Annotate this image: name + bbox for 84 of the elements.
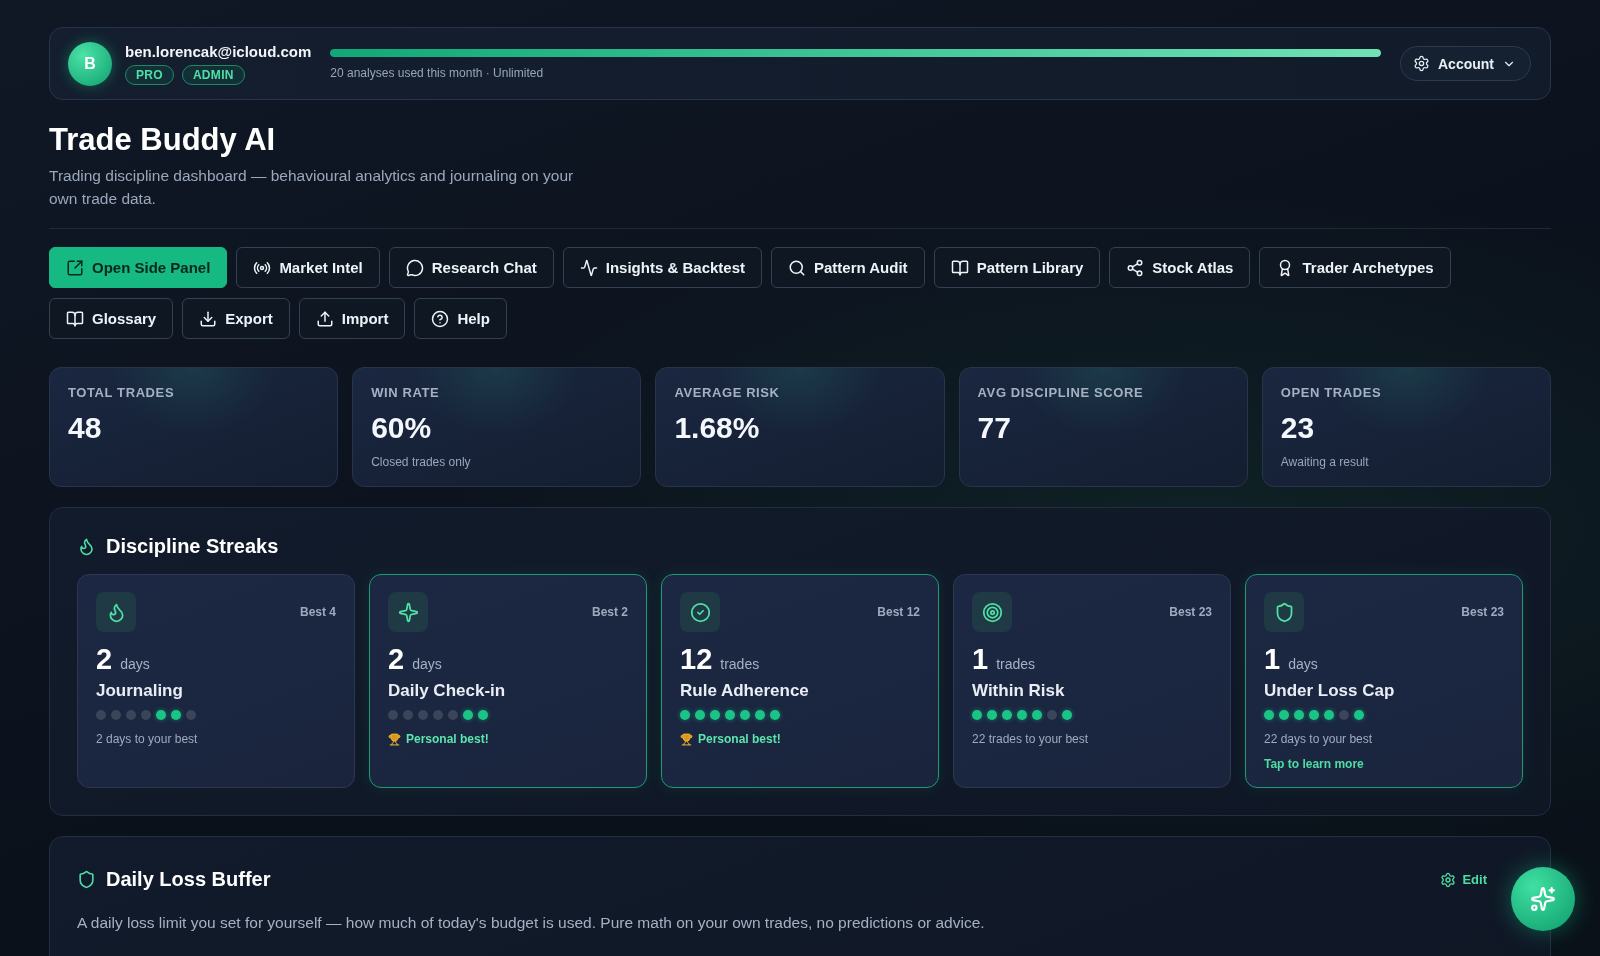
streak-unit: trades	[720, 656, 760, 672]
best-label: Best 4	[299, 605, 336, 619]
learn-more-link[interactable]: Tap to learn more	[1264, 757, 1364, 771]
plan-badge: PRO	[125, 64, 174, 85]
stat-label: AVG DISCIPLINE SCORE	[977, 385, 1144, 400]
nav-button[interactable]: Stock Atlas	[1109, 247, 1251, 288]
stat-note: Awaiting a result	[1280, 455, 1369, 469]
section-title: Discipline Streaks	[106, 534, 279, 558]
flame-icon	[77, 536, 96, 556]
open-book-icon	[66, 309, 84, 328]
streak-value: 1	[972, 642, 989, 677]
streak-unit: trades	[996, 656, 1036, 672]
stat-value: 48	[68, 410, 102, 446]
progress-text: 22 trades to your best	[972, 731, 1089, 747]
stat-label: WIN RATE	[371, 385, 440, 400]
best-label: Best 23	[1169, 605, 1212, 619]
plan-badge: ADMIN	[181, 64, 245, 85]
shield-icon	[77, 870, 96, 889]
download-icon	[199, 309, 218, 328]
nav-button[interactable]: Pattern Audit	[771, 247, 925, 288]
account-button[interactable]: Account	[1400, 46, 1531, 81]
page-title: Trade Buddy AI	[49, 122, 276, 158]
streak-title: Under Loss Cap	[1264, 680, 1395, 702]
streak-value: 12	[680, 642, 713, 677]
nav-button[interactable]: Insights & Backtest	[562, 247, 762, 288]
best-label: Best 12	[877, 605, 920, 619]
avatar-initial: B	[68, 41, 112, 86]
sparkle-icon	[388, 592, 428, 632]
nav-button[interactable]: Export	[182, 298, 290, 339]
external-link-icon	[66, 258, 84, 277]
section-description: A daily loss limit you set for yourself — how much of today's budget is used. Pure math on your own trades, no predictions or advice.	[77, 914, 985, 932]
pulse-line-icon	[579, 258, 598, 277]
sparkles-button[interactable]	[1511, 867, 1575, 931]
nav-button[interactable]: Market Intel	[236, 247, 380, 288]
stat-label: AVERAGE RISK	[674, 385, 780, 400]
edit-button[interactable]: Edit	[1440, 871, 1487, 888]
nav-button[interactable]: Pattern Library	[933, 247, 1101, 288]
share-nodes-icon	[1126, 258, 1145, 277]
progress-text: 22 days to your best	[1264, 731, 1373, 747]
progress-text: 2 days to your best	[96, 731, 198, 747]
nav-button[interactable]: Glossary	[49, 298, 174, 339]
nav-button[interactable]: Open Side Panel	[49, 247, 228, 288]
streak-value: 1	[1264, 642, 1281, 677]
streak-value: 2	[96, 642, 113, 677]
shield-icon	[1264, 592, 1304, 632]
streak-title: Rule Adherence	[680, 680, 809, 702]
nav-button[interactable]: Trader Archetypes	[1259, 247, 1451, 288]
stat-note: Closed trades only	[371, 455, 471, 469]
stat-label: OPEN TRADES	[1280, 385, 1382, 400]
nav-button[interactable]: Help	[414, 298, 507, 339]
flame-icon	[96, 592, 136, 632]
stat-value: 1.68%	[674, 410, 760, 446]
target-icon	[972, 592, 1012, 632]
stat-label: TOTAL TRADES	[68, 385, 175, 400]
help-icon	[431, 309, 450, 328]
stat-value: 23	[1280, 410, 1315, 446]
chat-bubble-icon	[405, 258, 424, 277]
stat-value: 60%	[371, 410, 432, 446]
stat-value: 77	[977, 410, 1011, 446]
best-label: Best 2	[591, 605, 628, 619]
trophy-icon	[680, 732, 693, 746]
streak-title: Within Risk	[972, 680, 1065, 702]
section-title: Daily Loss Buffer	[106, 868, 271, 891]
nav-button[interactable]: Import	[298, 298, 406, 339]
settings-icon	[1413, 55, 1430, 72]
page-subtitle: Trading discipline dashboard — behavioural analytics and journaling on your own trade data.	[49, 166, 575, 209]
search-icon	[788, 258, 806, 277]
streak-unit: days	[120, 656, 150, 672]
personal-best-text: Personal best!	[698, 731, 781, 747]
personal-best-text: Personal best!	[406, 731, 489, 747]
user-email: ben.lorencak@icloud.com	[125, 42, 312, 60]
streak-unit: days	[412, 656, 442, 672]
sparkles-icon	[1530, 886, 1556, 912]
nav-button[interactable]: Research Chat	[388, 247, 554, 288]
open-book-icon	[950, 258, 969, 277]
streak-value: 2	[388, 642, 405, 677]
upload-icon	[315, 309, 334, 328]
streak-title: Journaling	[96, 680, 183, 702]
trophy-icon	[388, 732, 401, 746]
streak-title: Daily Check-in	[388, 680, 506, 702]
usage-caption: 20 analyses used this month · Unlimited	[330, 66, 545, 80]
best-label: Best 23	[1461, 605, 1504, 619]
settings-icon	[1440, 871, 1457, 888]
streak-unit: days	[1288, 656, 1318, 672]
